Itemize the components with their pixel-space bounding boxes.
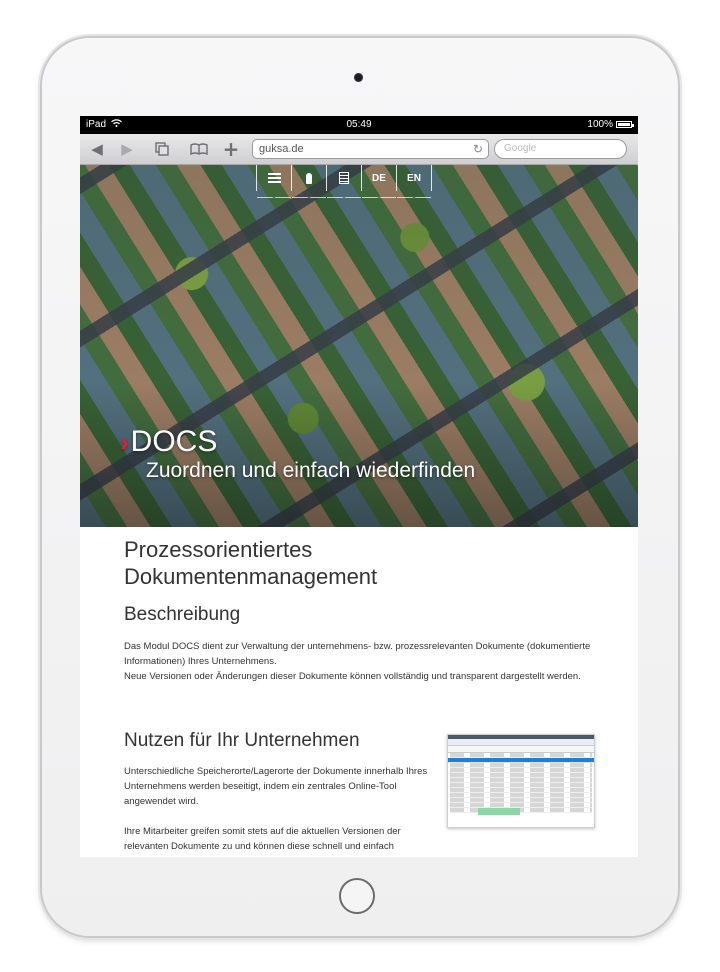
hero-subtitle: Zuordnen und einfach wiederfinden	[146, 459, 476, 482]
lock-keyhole-icon	[306, 172, 312, 184]
description-line1: Das Modul DOCS dient zur Verwaltung der …	[124, 641, 591, 667]
forward-arrow-icon[interactable]: ▶	[116, 139, 138, 159]
battery-percent: 100%	[587, 119, 613, 130]
url-text: guksa.de	[259, 143, 304, 155]
menu-icon	[267, 173, 281, 183]
home-button[interactable]	[339, 878, 375, 914]
browser-toolbar: ◀ ▶ + guksa.de ↻ Google	[80, 134, 638, 165]
site-nav: DE EN	[256, 165, 432, 191]
nav-login-button[interactable]	[291, 165, 326, 191]
section-title-nutzen: Nutzen für Ihr Unternehmen	[124, 730, 360, 751]
clock: 05:49	[346, 119, 372, 130]
description-paragraph: Das Modul DOCS dient zur Verwaltung der …	[124, 639, 594, 684]
plus-icon[interactable]: +	[220, 139, 242, 159]
lang-de-button[interactable]: DE	[361, 165, 396, 191]
description-line2: Neue Versionen oder Änderungen dieser Do…	[124, 671, 581, 682]
benefit-paragraph-2: Ihre Mitarbeiter greifen somit stets auf…	[124, 826, 401, 852]
nav-menu-button[interactable]	[256, 165, 291, 191]
battery-fill	[618, 123, 630, 126]
main-content: Prozessorientiertes Dokumentenmanagement…	[80, 527, 638, 857]
back-arrow-icon[interactable]: ◀	[86, 139, 108, 159]
nav-document-button[interactable]	[326, 165, 361, 191]
page-title-line2: Dokumentenmanagement	[124, 564, 378, 589]
reload-icon[interactable]: ↻	[473, 140, 483, 158]
lang-en-button[interactable]: EN	[396, 165, 432, 191]
app-screenshot-thumbnail[interactable]	[447, 734, 595, 828]
hero-banner: DE EN ›DOCS Zuordnen und einfach wiederf…	[80, 165, 638, 527]
section-title-beschreibung: Beschreibung	[124, 604, 241, 625]
front-camera	[354, 73, 363, 82]
status-bar: iPad 05:49 100%	[80, 116, 638, 134]
bookmarks-book-icon[interactable]	[186, 139, 212, 159]
page-title: Prozessorientiertes Dokumentenmanagement	[124, 536, 377, 590]
ipad-screen: iPad 05:49 100% ◀ ▶ + guksa.de ↻ Google	[80, 116, 638, 857]
tabs-icon[interactable]	[151, 139, 173, 159]
battery-icon	[616, 121, 634, 128]
hero-title: ›DOCS	[120, 425, 218, 458]
page-title-line1: Prozessorientiertes	[124, 537, 313, 562]
url-bar[interactable]: guksa.de ↻	[252, 139, 489, 159]
search-input[interactable]: Google	[494, 139, 627, 159]
benefit-paragraph-1: Unterschiedliche Speicherorte/Lagerorte …	[124, 766, 428, 807]
document-icon	[339, 172, 349, 184]
hero-title-text: DOCS	[130, 425, 218, 458]
chevron-right-icon: ›	[120, 427, 129, 457]
search-placeholder: Google	[504, 143, 537, 154]
